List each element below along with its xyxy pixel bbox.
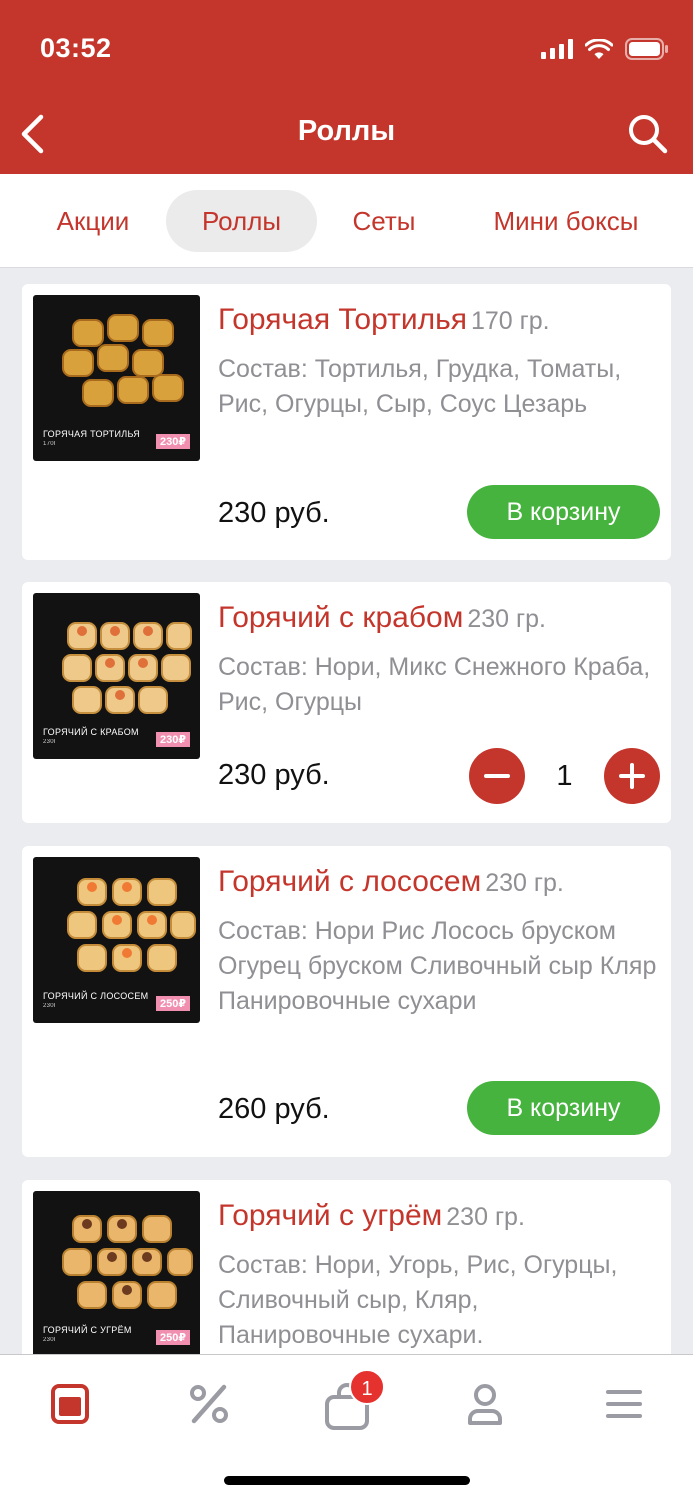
add-to-cart-button[interactable]: В корзину — [467, 485, 660, 539]
product-price: 260 руб. — [218, 1093, 330, 1125]
tab-mini-boxes[interactable]: Мини боксы — [468, 190, 664, 252]
tab-more[interactable] — [599, 1379, 649, 1429]
product-card: ГОРЯЧАЯ ТОРТИЛЬЯ 170г 230₽ Горячая Тортил… — [22, 284, 671, 560]
product-card: ГОРЯЧИЙ С ЛОСОСЕМ 230г 250₽ Горячий с лос… — [22, 846, 671, 1157]
cart-badge: 1 — [349, 1369, 385, 1405]
product-name: Горячий с лососем — [218, 865, 482, 898]
percent-icon — [190, 1384, 228, 1424]
product-image[interactable]: ГОРЯЧИЙ С КРАБОМ 230г 230₽ — [33, 593, 200, 759]
image-price-tag: 250₽ — [155, 996, 190, 1011]
image-caption: ГОРЯЧИЙ С ЛОСОСЕМ 230г — [43, 991, 149, 1009]
status-icons — [541, 38, 669, 60]
plus-icon — [619, 763, 645, 789]
minus-icon — [484, 774, 510, 778]
product-name: Горячая Тортилья — [218, 303, 467, 336]
tab-akcii[interactable]: Акции — [34, 190, 152, 252]
image-caption: ГОРЯЧАЯ ТОРТИЛЬЯ 170г — [43, 429, 141, 447]
product-description: Состав: Нори, Угорь, Рис, Огурцы, Сливоч… — [218, 1251, 618, 1349]
home-indicator — [224, 1476, 470, 1485]
tab-menu[interactable] — [45, 1379, 95, 1429]
wifi-icon — [585, 38, 613, 59]
product-description: Состав: Нори, Микс Снежного Краба, Рис, … — [218, 653, 651, 716]
image-price-tag: 230₽ — [155, 434, 190, 449]
search-icon — [629, 115, 668, 154]
product-weight: 230 гр. — [446, 1203, 525, 1231]
search-button[interactable] — [627, 113, 669, 155]
status-time: 03:52 — [40, 33, 112, 63]
quantity-stepper: 1 — [469, 748, 660, 804]
page-title: Роллы — [297, 115, 396, 147]
product-title[interactable]: Горячий с крабом 230 гр. — [218, 599, 661, 638]
increase-button[interactable] — [604, 748, 660, 804]
product-title[interactable]: Горячая Тортилья 170 гр. — [218, 301, 661, 340]
image-caption: ГОРЯЧИЙ С УГРЁМ 230г — [43, 1325, 132, 1343]
tab-rolly[interactable]: Роллы — [166, 190, 317, 252]
product-image[interactable]: ГОРЯЧИЙ С УГРЁМ 230г 250₽ — [33, 1191, 200, 1357]
product-price: 230 руб. — [218, 497, 330, 529]
user-icon — [468, 1384, 502, 1425]
tab-promotions[interactable] — [184, 1379, 234, 1429]
product-weight: 230 гр. — [467, 605, 546, 633]
tab-sety[interactable]: Сеты — [330, 190, 438, 252]
product-card: ГОРЯЧИЙ С КРАБОМ 230г 230₽ Горячий с краб… — [22, 582, 671, 823]
category-tabs: Акции Роллы Сеты Мини боксы — [0, 174, 693, 268]
product-image[interactable]: ГОРЯЧИЙ С ЛОСОСЕМ 230г 250₽ — [33, 857, 200, 1023]
decrease-button[interactable] — [469, 748, 525, 804]
tab-profile[interactable] — [460, 1379, 510, 1429]
product-weight: 170 гр. — [470, 307, 550, 335]
image-caption: ГОРЯЧИЙ С КРАБОМ 230г — [43, 727, 139, 745]
product-title[interactable]: Горячий с лососем 230 гр. — [218, 863, 661, 902]
image-price-tag: 230₽ — [155, 732, 190, 747]
product-description: Состав: Нори Рис Лосось бруском Огурец б… — [218, 917, 657, 1015]
add-to-cart-button[interactable]: В корзину — [467, 1081, 660, 1135]
menu-book-icon — [51, 1384, 89, 1424]
product-description: Состав: Тортилья, Грудка, Томаты, Рис, О… — [218, 355, 622, 418]
product-name: Горячий с крабом — [218, 601, 464, 634]
quantity-value: 1 — [556, 760, 573, 792]
image-price-tag: 250₽ — [155, 1330, 190, 1345]
product-name: Горячий с угрём — [218, 1199, 443, 1232]
cellular-signal-icon — [541, 39, 573, 59]
hamburger-menu-icon — [606, 1390, 642, 1418]
product-card: ГОРЯЧИЙ С УГРЁМ 230г 250₽ Горячий с угрём… — [22, 1180, 671, 1380]
battery-icon — [625, 38, 668, 60]
product-title[interactable]: Горячий с угрём 230 гр. — [218, 1197, 661, 1236]
product-price: 230 руб. — [218, 759, 330, 791]
app-header: 03:52 Роллы — [0, 0, 693, 174]
product-image[interactable]: ГОРЯЧАЯ ТОРТИЛЬЯ 170г 230₽ — [33, 295, 200, 461]
product-weight: 230 гр. — [485, 869, 564, 897]
